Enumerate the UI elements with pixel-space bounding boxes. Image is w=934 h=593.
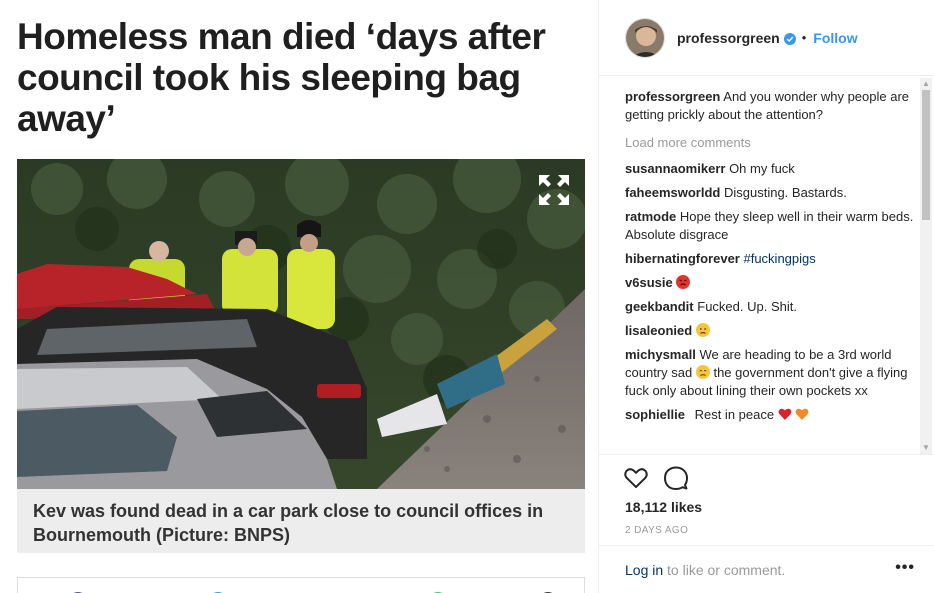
disappointed-face-emoji-icon <box>695 323 710 337</box>
likes-count[interactable]: 18,112 likes <box>625 499 702 515</box>
scrollbar-thumb[interactable] <box>922 90 930 220</box>
disappointed-face-emoji-icon <box>695 365 710 379</box>
list-item: ratmode Hope they sleep well in their wa… <box>625 208 917 244</box>
comment-username[interactable]: ratmode <box>625 209 676 224</box>
police-car-park-photo <box>17 159 585 489</box>
post-caption: professorgreen And you wonder why people… <box>625 88 917 124</box>
list-item: hibernatingforever #fuckingpigs <box>625 250 917 268</box>
comments-list[interactable]: professorgreen And you wonder why people… <box>625 88 917 454</box>
comment-icon[interactable] <box>663 465 689 491</box>
login-link[interactable]: Log in <box>625 562 663 578</box>
list-item: geekbandit Fucked. Up. Shit. <box>625 298 917 316</box>
list-item: v6susie <box>625 274 917 292</box>
comment-username[interactable]: v6susie <box>625 275 673 290</box>
article-headline: Homeless man died ‘days after council to… <box>17 16 546 139</box>
scroll-up-arrow-icon[interactable]: ▲ <box>920 78 932 90</box>
article-photo <box>17 159 585 489</box>
list-item: sophiellie Rest in peace <box>625 406 917 424</box>
post-author-username[interactable]: professorgreen <box>677 30 780 46</box>
list-item: susannaomikerr Oh my fuck <box>625 160 917 178</box>
comment-text: Disgusting. Bastards. <box>723 185 847 200</box>
expand-icon[interactable] <box>537 173 571 207</box>
comment-username[interactable]: faheemsworldd <box>625 185 720 200</box>
comments-scrollbar[interactable]: ▲ ▼ <box>920 78 932 454</box>
login-bar: Log in to like or comment. ••• <box>599 545 934 593</box>
comment-username[interactable]: professorgreen <box>625 89 720 104</box>
login-prompt-text: to like or comment. <box>663 561 786 578</box>
post-header: professorgreen • Follow <box>599 0 934 76</box>
post-date: 2 DAYS AGO <box>625 525 689 536</box>
app-window: Homeless man died ‘days after council to… <box>0 0 934 593</box>
next-article-card <box>17 577 585 593</box>
comment-username[interactable]: hibernatingforever <box>625 251 740 266</box>
more-options-button[interactable]: ••• <box>895 559 915 577</box>
angry-face-emoji-icon <box>676 275 691 289</box>
photo-caption: Kev was found dead in a car park close t… <box>33 501 544 545</box>
hashtag-link[interactable]: #fuckingpigs <box>743 251 815 266</box>
comment-username[interactable]: lisaleonied <box>625 323 692 338</box>
comment-username[interactable]: susannaomikerr <box>625 161 725 176</box>
list-item: michysmall We are heading to be a 3rd wo… <box>625 346 917 400</box>
comment-text: Oh my fuck <box>729 161 795 176</box>
post-side-panel: professorgreen • Follow professorgreen A… <box>598 0 934 593</box>
comment-text: Rest in peace <box>694 407 775 422</box>
comment-username[interactable]: michysmall <box>625 347 696 362</box>
load-more-comments-button[interactable]: Load more comments <box>625 134 917 152</box>
photo-caption-box: Kev was found dead in a car park close t… <box>17 489 585 553</box>
comment-username[interactable]: geekbandit <box>625 299 694 314</box>
orange-heart-emoji-icon <box>795 407 809 421</box>
heart-icon[interactable] <box>623 465 649 491</box>
action-icons-row <box>623 465 689 491</box>
post-actions: 18,112 likes 2 DAYS AGO <box>599 454 934 554</box>
scroll-down-arrow-icon[interactable]: ▼ <box>920 442 932 454</box>
list-item: lisaleonied <box>625 322 917 340</box>
list-item: faheemsworldd Disgusting. Bastards. <box>625 184 917 202</box>
red-heart-emoji-icon <box>778 407 792 421</box>
comment-username[interactable]: sophiellie <box>625 407 685 422</box>
avatar[interactable] <box>625 17 665 58</box>
comment-text: Fucked. Up. Shit. <box>697 299 797 314</box>
header-separator: • <box>801 30 807 45</box>
follow-button[interactable]: Follow <box>813 30 857 46</box>
post-media[interactable]: Homeless man died ‘days after council to… <box>0 0 598 593</box>
verified-badge-icon <box>783 32 796 45</box>
